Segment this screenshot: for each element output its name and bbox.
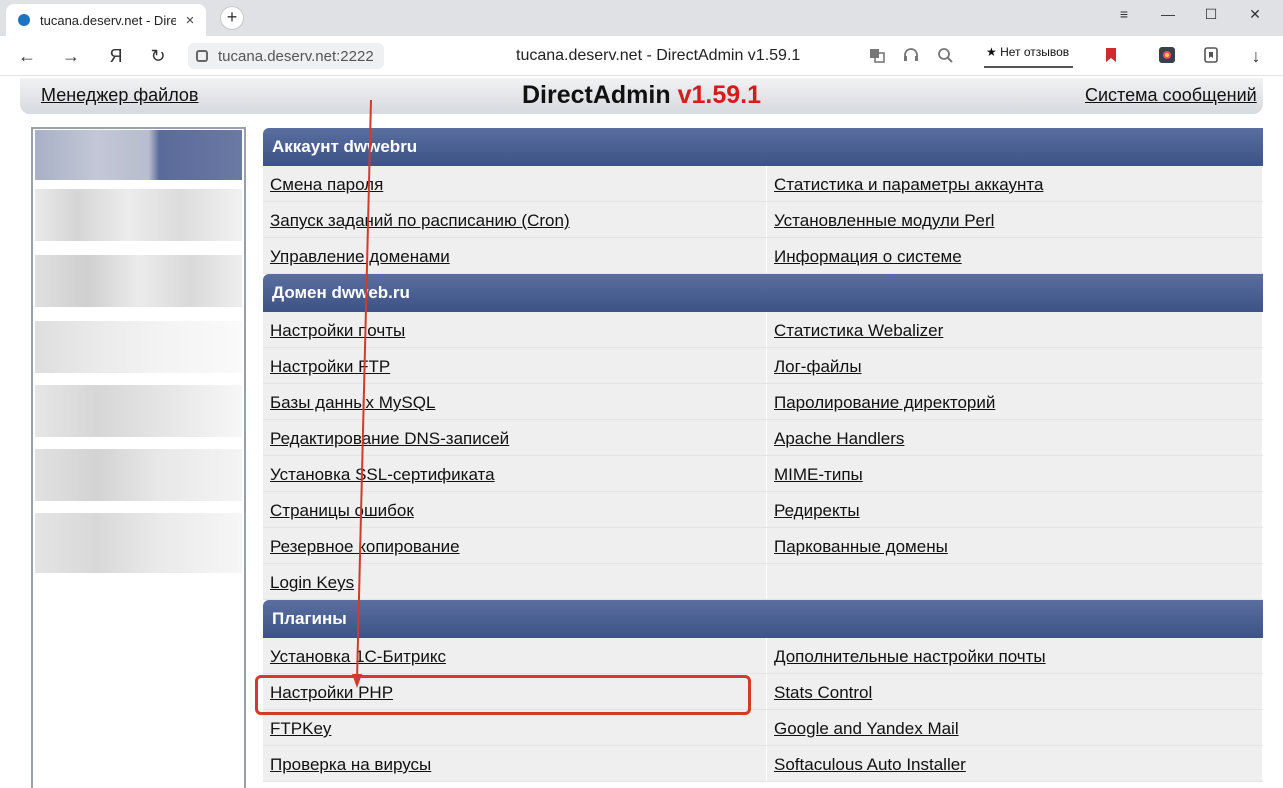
reviews-button[interactable]: ★ Нет отзывов [984, 42, 1074, 68]
lock-icon [196, 50, 208, 62]
blurred-block [35, 449, 242, 501]
menu-link[interactable]: Управление доменами [263, 238, 767, 273]
address-url: tucana.deserv.net:2222 [218, 47, 374, 65]
menu-link[interactable]: Резервное копирование [263, 528, 767, 563]
blurred-block [35, 255, 242, 307]
yandex-icon[interactable]: Я [103, 44, 129, 68]
tab-title: tucana.deserv.net - Dire [40, 12, 176, 28]
blurred-block [35, 321, 242, 373]
page-title: tucana.deserv.net - DirectAdmin v1.59.1 [516, 47, 801, 64]
browser-nav-bar: ← → Я ↻ tucana.deserv.net:2222 tucana.de… [0, 36, 1283, 76]
close-window-icon[interactable]: ✕ [1240, 6, 1270, 23]
directadmin-page: Менеджер файлов DirectAdmin v1.59.1 Сист… [0, 76, 1283, 788]
main-menu-table: Аккаунт dwwebru Смена пароля Статистика и … [263, 128, 1263, 782]
menu-row: Настройки PHP Stats Control [263, 674, 1263, 710]
menu-link[interactable]: Softaculous Auto Installer [767, 746, 1263, 781]
browser-tab-bar: tucana.deserv.net - Dire × + ≡ — ☐ ✕ [0, 0, 1283, 36]
menu-row: Резервное копирование Паркованные домены [263, 528, 1263, 564]
download-icon[interactable]: ↓ [1243, 44, 1269, 68]
menu-link[interactable]: Установленные модули Perl [767, 202, 1263, 237]
bookmark-icon[interactable] [1102, 46, 1120, 64]
section-header: Домен dwweb.ru [263, 274, 1263, 312]
messages-link[interactable]: Система сообщений [1085, 85, 1257, 106]
menu-link[interactable]: Информация о системе [767, 238, 1263, 273]
menu-row: Страницы ошибок Редиректы [263, 492, 1263, 528]
menu-row: Проверка на вирусы Softaculous Auto Insta… [263, 746, 1263, 782]
menu-link[interactable]: Базы данных MySQL [263, 384, 767, 419]
menu-link[interactable]: Паркованные домены [767, 528, 1263, 563]
menu-link[interactable]: Apache Handlers [767, 420, 1263, 455]
menu-link[interactable]: Статистика Webalizer [767, 312, 1263, 347]
blurred-header [35, 130, 242, 180]
forward-icon[interactable]: → [58, 44, 84, 68]
menu-link[interactable]: Запуск заданий по расписанию (Cron) [263, 202, 767, 237]
back-icon[interactable]: ← [14, 44, 40, 68]
menu-row: Базы данных MySQL Паролирование директори… [263, 384, 1263, 420]
extension-icon[interactable] [1158, 46, 1176, 64]
menu-link[interactable]: Статистика и параметры аккаунта [767, 166, 1263, 201]
menu-link[interactable]: Login Keys [263, 564, 767, 599]
menu-row: Установка SSL-сертификата MIME-типы [263, 456, 1263, 492]
section-header: Аккаунт dwwebru [263, 128, 1263, 166]
menu-link[interactable]: Установка 1С-Битрикс [263, 638, 767, 673]
menu-link[interactable]: Stats Control [767, 674, 1263, 709]
site-favicon-icon [18, 14, 30, 26]
headphones-icon[interactable] [902, 46, 920, 64]
left-sidebar-blurred [31, 127, 246, 788]
menu-link[interactable]: FTPKey [263, 710, 767, 745]
menu-row: Редактирование DNS-записей Apache Handler… [263, 420, 1263, 456]
brand-name: DirectAdmin [521, 81, 671, 109]
menu-row: Настройки почты Статистика Webalizer [263, 312, 1263, 348]
menu-link[interactable]: Настройки почты [263, 312, 767, 347]
browser-tab[interactable]: tucana.deserv.net - Dire × [6, 4, 206, 36]
menu-link[interactable]: Страницы ошибок [263, 492, 767, 527]
reload-icon[interactable]: ↻ [145, 44, 171, 68]
menu-row: Настройки FTP Лог-файлы [263, 348, 1263, 384]
menu-link[interactable]: Лог-файлы [767, 348, 1263, 383]
minimize-icon[interactable]: — [1153, 6, 1183, 22]
collections-icon[interactable] [1202, 46, 1220, 64]
new-tab-button[interactable]: + [220, 6, 244, 30]
menu-link[interactable]: Проверка на вирусы [263, 746, 767, 781]
menu-link[interactable]: Дополнительные настройки почты [767, 638, 1263, 673]
maximize-icon[interactable]: ☐ [1196, 6, 1226, 23]
menu-link[interactable]: Установка SSL-сертификата [263, 456, 767, 491]
menu-link[interactable]: Редактирование DNS-записей [263, 420, 767, 455]
menu-row: FTPKey Google and Yandex Mail [263, 710, 1263, 746]
menu-link[interactable]: Настройки FTP [263, 348, 767, 383]
menu-link[interactable]: Настройки PHP [263, 674, 767, 709]
menu-link[interactable]: Редиректы [767, 492, 1263, 527]
menu-link[interactable]: Паролирование директорий [767, 384, 1263, 419]
menu-link[interactable]: Смена пароля [263, 166, 767, 201]
translate-icon[interactable] [868, 46, 886, 64]
menu-row: Запуск заданий по расписанию (Cron) Устан… [263, 202, 1263, 238]
browser-menu-icon[interactable]: ≡ [1109, 6, 1139, 22]
blurred-block [35, 385, 242, 437]
tab-close-icon[interactable]: × [182, 12, 198, 29]
zoom-icon[interactable] [936, 46, 954, 64]
empty-cell [767, 564, 1263, 599]
section-header: Плагины [263, 600, 1263, 638]
blurred-block [35, 513, 242, 573]
menu-row: Установка 1С-Битрикс Дополнительные настр… [263, 638, 1263, 674]
menu-row: Login Keys [263, 564, 1263, 600]
menu-row: Смена пароля Статистика и параметры аккау… [263, 166, 1263, 202]
brand-version: v1.59.1 [677, 81, 761, 109]
address-bar[interactable]: tucana.deserv.net:2222 [188, 43, 384, 69]
menu-link[interactable]: Google and Yandex Mail [767, 710, 1263, 745]
menu-row: Управление доменами Информация о системе [263, 238, 1263, 274]
menu-link[interactable]: MIME-типы [767, 456, 1263, 491]
blurred-block [35, 189, 242, 241]
